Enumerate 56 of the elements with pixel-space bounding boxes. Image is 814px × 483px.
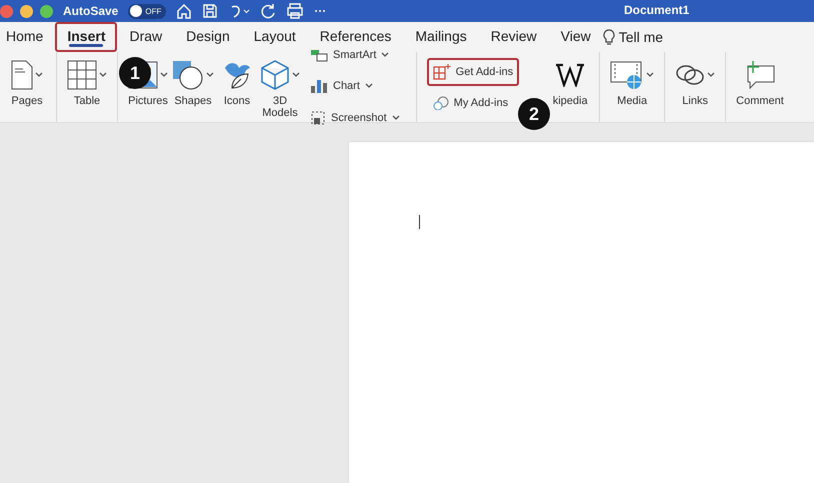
ribbon-button-label[interactable]: Links <box>682 95 708 107</box>
bird-leaf-icon <box>222 60 252 90</box>
shapes-icon <box>172 60 204 90</box>
caret-icon <box>99 72 107 78</box>
ribbon-button-label[interactable]: Comment <box>736 95 784 107</box>
ribbon-tab[interactable]: Draw <box>117 22 174 52</box>
ribbon-tab[interactable]: View <box>548 22 603 52</box>
ribbon-tab[interactable]: Mailings <box>403 22 479 52</box>
ribbon-button-label[interactable]: Pages <box>11 95 43 107</box>
caret-icon <box>35 72 43 78</box>
caret-icon <box>392 115 400 121</box>
ribbon-small-button[interactable]: Get Add-ins <box>426 58 520 86</box>
ribbon-small-button[interactable]: My Add-ins <box>426 90 520 116</box>
more-button[interactable]: ··· <box>314 4 326 18</box>
redo-icon <box>260 3 276 19</box>
autosave-toggle[interactable]: OFF <box>128 4 166 18</box>
ribbon-button-label[interactable]: Media <box>617 95 648 107</box>
screenshot-icon <box>310 110 326 126</box>
ribbon-tab[interactable]: Home <box>0 22 56 52</box>
cube-icon <box>260 60 290 90</box>
shapes-outline-icon <box>432 96 449 110</box>
caret-icon <box>381 52 390 58</box>
text-cursor <box>419 215 420 229</box>
caret-icon <box>160 72 168 78</box>
bar-chart-icon <box>310 78 328 94</box>
page-icon <box>11 60 33 90</box>
ribbon-button-label[interactable]: Pictures <box>128 95 168 107</box>
zoom-button[interactable] <box>40 4 53 18</box>
tell-me-search[interactable]: Tell me <box>618 29 664 45</box>
home-icon <box>176 3 192 19</box>
minimize-button[interactable] <box>20 4 33 18</box>
caret-icon <box>646 72 654 78</box>
ribbon-small-button[interactable]: Screenshot <box>304 104 406 132</box>
save-icon <box>202 3 218 19</box>
letter-w-icon <box>555 63 586 87</box>
window-title: Document1 <box>624 3 690 17</box>
ribbon-button-label[interactable]: Shapes <box>174 95 212 107</box>
lightbulb-icon <box>602 29 615 45</box>
ribbon-button-label[interactable]: Icons <box>224 95 250 107</box>
table-icon <box>67 60 97 90</box>
ribbon-button-label[interactable]: 3D Models <box>262 95 298 119</box>
caret-icon <box>364 83 373 89</box>
caret-icon <box>707 72 716 78</box>
ribbon-tab[interactable]: Insert <box>55 22 118 52</box>
caret-icon <box>206 72 214 78</box>
ribbon-tab[interactable]: Review <box>478 22 549 52</box>
ribbon-button-label[interactable]: kipedia <box>552 95 588 107</box>
ribbon-small-button[interactable]: Chart <box>304 72 406 100</box>
caret-icon <box>292 72 300 78</box>
ribbon-button-label[interactable]: Table <box>74 95 100 107</box>
printer-icon <box>286 3 304 19</box>
autosave-label: AutoSave <box>63 4 118 18</box>
film-globe-icon <box>610 60 644 90</box>
add-grid-icon <box>432 64 451 80</box>
ribbon-tab[interactable]: Design <box>174 22 242 52</box>
close-button[interactable] <box>0 4 13 18</box>
